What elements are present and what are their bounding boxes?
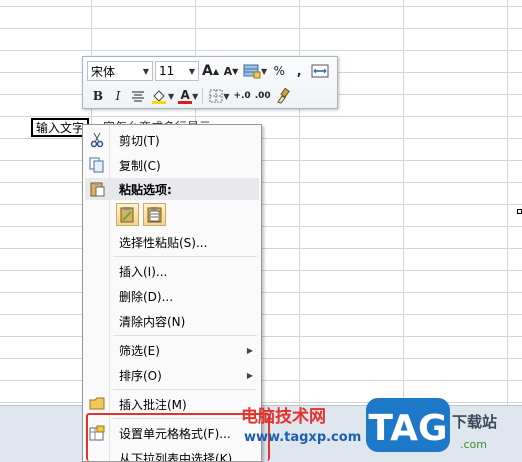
menu-label: 粘贴选项: xyxy=(119,182,172,197)
menu-icon-slot xyxy=(85,364,109,386)
font-size-dropdown[interactable]: 11 ▼ xyxy=(155,61,199,81)
font-color-icon: A xyxy=(178,87,193,104)
menu-icon-slot xyxy=(85,260,109,282)
merge-cells-icon xyxy=(311,64,329,78)
paint-bucket-icon xyxy=(152,90,166,104)
watermark-site-name: 电脑技术网 xyxy=(241,407,326,427)
chevron-down-icon: ▼ xyxy=(223,91,230,101)
increase-decimal-button[interactable]: +.0 xyxy=(232,86,251,106)
font-color-glyph: A xyxy=(180,87,190,102)
menu-item-cut[interactable]: 剪切(T) xyxy=(85,129,259,151)
menu-item-delete[interactable]: 删除(D)... xyxy=(85,285,259,307)
italic-button[interactable]: I xyxy=(109,86,127,106)
menu-item-paste-special[interactable]: 选择性粘贴(S)... xyxy=(85,231,259,253)
center-align-icon xyxy=(132,91,144,102)
table-style-icon xyxy=(243,64,261,79)
menu-item-copy[interactable]: 复制(C) xyxy=(85,154,259,176)
menu-section-paste-options: 粘贴选项: xyxy=(85,178,259,200)
menu-label: 复制(C) xyxy=(119,158,161,173)
paste-values-icon xyxy=(147,207,162,223)
menu-icon-slot xyxy=(85,310,109,332)
font-color-button[interactable]: A ▼ xyxy=(177,86,199,106)
menu-item-insert-comment[interactable]: 插入批注(M) xyxy=(85,393,259,415)
menu-item-clear-contents[interactable]: 清除内容(N) xyxy=(85,310,259,332)
menu-label: 插入批注(M) xyxy=(119,397,187,412)
context-menu: 剪切(T) 复制(C) 粘贴选项: 选择性粘贴(S)... 插入(I)... 删… xyxy=(82,124,262,462)
active-cell[interactable]: 输入文字 xyxy=(31,118,90,137)
paste-option-values[interactable] xyxy=(143,203,166,226)
paste-option-default[interactable] xyxy=(116,203,139,226)
menu-label: 清除内容(N) xyxy=(119,314,186,329)
format-painter-button[interactable] xyxy=(274,86,292,106)
menu-item-filter[interactable]: 筛选(E) ▶ xyxy=(85,339,259,361)
watermark-domain: .com xyxy=(460,438,487,451)
chevron-down-icon: ▼ xyxy=(192,91,199,101)
shrink-font-button[interactable]: A ▼ xyxy=(222,61,240,81)
menu-item-insert[interactable]: 插入(I)... xyxy=(85,260,259,282)
chevron-down-icon: ▼ xyxy=(188,66,195,76)
menu-separator xyxy=(113,335,257,336)
menu-label: 排序(O) xyxy=(119,368,162,383)
decrease-decimal-button[interactable]: .00 xyxy=(254,86,272,106)
paste-icon xyxy=(120,207,134,223)
menu-icon-slot xyxy=(85,231,109,253)
bold-button[interactable]: B xyxy=(89,86,107,106)
scissors-icon xyxy=(85,129,109,151)
watermark-url: www.tagxp.com xyxy=(244,430,362,445)
cell-text: 输入文字 xyxy=(36,121,85,135)
font-size-value: 11 xyxy=(159,64,175,78)
font-color-swatch xyxy=(178,100,193,104)
menu-separator xyxy=(113,256,257,257)
watermark-side-text: 下载站 xyxy=(452,413,498,431)
font-name-value: 宋体 xyxy=(91,64,116,79)
merge-center-button[interactable] xyxy=(310,61,330,81)
clipboard-icon xyxy=(85,178,109,200)
menu-separator xyxy=(113,389,257,390)
copy-icon xyxy=(85,154,109,176)
borders-icon xyxy=(209,89,223,103)
menu-label: 删除(D)... xyxy=(119,289,174,304)
down-arrow-icon: ▼ xyxy=(232,66,239,76)
mini-toolbar: 宋体 ▼ 11 ▼ A ▲ A ▼ ▼ % , B I ▼ A ▼ ▼ +.0 … xyxy=(82,56,338,109)
chevron-down-icon: ▼ xyxy=(261,66,268,76)
logo-text: TAG xyxy=(368,408,447,449)
menu-label: 筛选(E) xyxy=(119,343,160,358)
center-align-button[interactable] xyxy=(129,86,147,106)
menu-item-sort[interactable]: 排序(O) ▶ xyxy=(85,364,259,386)
grow-font-button[interactable]: A ▲ xyxy=(201,61,220,81)
toolbar-separator xyxy=(202,88,204,104)
comma-style-button[interactable]: , xyxy=(290,61,308,81)
shrink-font-icon: A xyxy=(223,64,233,78)
font-name-dropdown[interactable]: 宋体 ▼ xyxy=(87,61,153,81)
chevron-down-icon: ▼ xyxy=(142,66,149,76)
menu-label: 剪切(T) xyxy=(119,133,160,148)
selection-resize-handle[interactable] xyxy=(517,209,522,214)
submenu-arrow-icon: ▶ xyxy=(246,370,253,380)
grow-font-icon: A xyxy=(202,63,213,79)
up-arrow-icon: ▲ xyxy=(212,66,219,76)
percent-style-button[interactable]: % xyxy=(270,61,288,81)
menu-label: 选择性粘贴(S)... xyxy=(119,235,208,250)
borders-button[interactable]: ▼ xyxy=(208,86,230,106)
brush-icon xyxy=(276,88,290,104)
menu-icon-slot xyxy=(85,339,109,361)
format-painter-table-button[interactable]: ▼ xyxy=(242,61,268,81)
menu-icon-slot xyxy=(85,285,109,307)
comment-icon xyxy=(85,393,109,415)
chevron-down-icon: ▼ xyxy=(168,91,175,101)
menu-label: 插入(I)... xyxy=(119,264,168,279)
fill-color-button[interactable]: ▼ xyxy=(149,86,175,106)
submenu-arrow-icon: ▶ xyxy=(246,345,253,355)
